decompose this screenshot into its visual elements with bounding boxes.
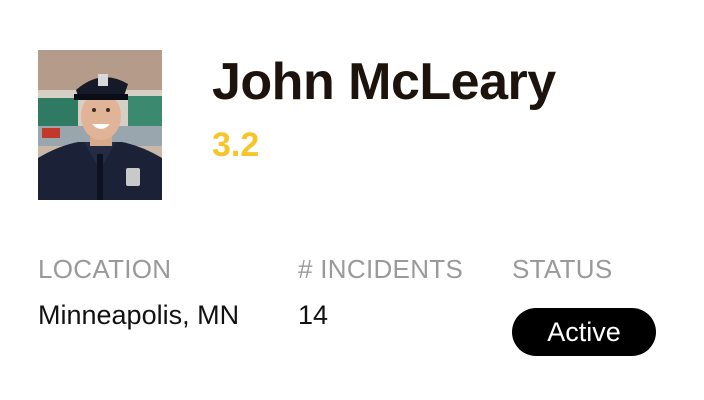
incidents-value: 14 <box>298 300 329 330</box>
location-value: Minneapolis, MN <box>38 300 240 330</box>
officer-name: John McLeary <box>212 53 556 111</box>
officer-photo <box>38 50 162 200</box>
location-label: LOCATION <box>38 254 172 284</box>
status-badge: Active <box>512 308 656 356</box>
incidents-label: # INCIDENTS <box>298 254 464 284</box>
status-label: STATUS <box>512 254 613 284</box>
officer-card: John McLeary 3.2 LOCATION # INCIDENTS ST… <box>0 0 704 400</box>
officer-rating: 3.2 <box>212 126 260 164</box>
